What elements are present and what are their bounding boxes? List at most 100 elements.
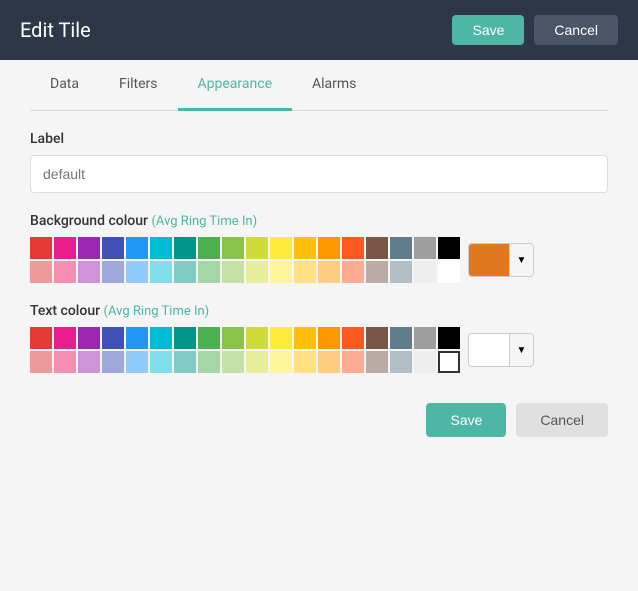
label-input[interactable] — [30, 155, 608, 193]
color-swatch[interactable] — [270, 351, 292, 373]
color-swatch[interactable] — [270, 237, 292, 259]
color-swatch[interactable] — [390, 237, 412, 259]
color-swatch[interactable] — [342, 261, 364, 283]
color-swatch[interactable] — [318, 327, 340, 349]
bg-avg-label: (Avg Ring Time In) — [151, 214, 257, 229]
color-swatch[interactable] — [222, 327, 244, 349]
tab-appearance[interactable]: Appearance — [178, 60, 292, 111]
color-swatch[interactable] — [342, 237, 364, 259]
color-swatch[interactable] — [414, 237, 436, 259]
swatch-row — [30, 327, 460, 349]
color-swatch[interactable] — [150, 237, 172, 259]
footer-cancel-button[interactable]: Cancel — [516, 403, 608, 437]
color-swatch[interactable] — [174, 261, 196, 283]
color-swatch[interactable] — [78, 261, 100, 283]
color-swatch[interactable] — [174, 327, 196, 349]
color-swatch[interactable] — [174, 237, 196, 259]
tab-alarms[interactable]: Alarms — [292, 60, 376, 111]
color-swatch[interactable] — [102, 237, 124, 259]
color-swatch[interactable] — [102, 261, 124, 283]
text-color-dropdown-btn[interactable]: ▼ — [509, 333, 533, 367]
color-swatch[interactable] — [270, 327, 292, 349]
color-swatch[interactable] — [246, 237, 268, 259]
bg-color-dropdown-btn[interactable]: ▼ — [509, 243, 533, 277]
tab-filters[interactable]: Filters — [99, 60, 178, 111]
color-swatch[interactable] — [414, 327, 436, 349]
header-buttons: Save Cancel — [452, 15, 618, 45]
color-swatch[interactable] — [222, 261, 244, 283]
color-swatch[interactable] — [246, 261, 268, 283]
color-swatch[interactable] — [54, 237, 76, 259]
bg-color-preview-wrapper[interactable]: ▼ — [468, 243, 534, 277]
color-swatch[interactable] — [54, 327, 76, 349]
color-swatch[interactable] — [390, 327, 412, 349]
bg-colour-picker-row: ▼ — [30, 237, 608, 283]
bg-colour-heading: Background colour (Avg Ring Time In) — [30, 213, 608, 229]
color-swatch[interactable] — [366, 261, 388, 283]
color-swatch[interactable] — [390, 351, 412, 373]
color-swatch[interactable] — [342, 327, 364, 349]
text-color-preview — [469, 333, 509, 367]
text-colour-picker-row: ▼ — [30, 327, 608, 373]
color-swatch[interactable] — [198, 237, 220, 259]
color-swatch[interactable] — [366, 351, 388, 373]
color-swatch[interactable] — [126, 237, 148, 259]
color-swatch[interactable] — [438, 351, 460, 373]
footer-save-button[interactable]: Save — [426, 403, 506, 437]
color-swatch[interactable] — [30, 351, 52, 373]
color-swatch[interactable] — [126, 261, 148, 283]
color-swatch[interactable] — [198, 351, 220, 373]
footer-buttons: Save Cancel — [30, 403, 608, 437]
color-swatch[interactable] — [294, 327, 316, 349]
bg-color-preview — [469, 243, 509, 277]
color-swatch[interactable] — [78, 351, 100, 373]
color-swatch[interactable] — [318, 261, 340, 283]
color-swatch[interactable] — [390, 261, 412, 283]
color-swatch[interactable] — [294, 351, 316, 373]
color-swatch[interactable] — [222, 237, 244, 259]
color-swatch[interactable] — [54, 351, 76, 373]
color-swatch[interactable] — [102, 327, 124, 349]
color-swatch[interactable] — [294, 237, 316, 259]
label-section: Label — [30, 131, 608, 213]
color-swatch[interactable] — [78, 327, 100, 349]
color-swatch[interactable] — [246, 351, 268, 373]
color-swatch[interactable] — [318, 351, 340, 373]
color-swatch[interactable] — [438, 261, 460, 283]
color-swatch[interactable] — [30, 327, 52, 349]
text-swatches — [30, 327, 460, 373]
color-swatch[interactable] — [30, 261, 52, 283]
color-swatch[interactable] — [54, 261, 76, 283]
color-swatch[interactable] — [414, 351, 436, 373]
color-swatch[interactable] — [270, 261, 292, 283]
text-colour-section: Text colour (Avg Ring Time In) ▼ — [30, 303, 608, 373]
color-swatch[interactable] — [150, 351, 172, 373]
color-swatch[interactable] — [126, 327, 148, 349]
color-swatch[interactable] — [414, 261, 436, 283]
text-color-preview-wrapper[interactable]: ▼ — [468, 333, 534, 367]
color-swatch[interactable] — [126, 351, 148, 373]
color-swatch[interactable] — [294, 261, 316, 283]
color-swatch[interactable] — [342, 351, 364, 373]
color-swatch[interactable] — [102, 351, 124, 373]
color-swatch[interactable] — [438, 237, 460, 259]
color-swatch[interactable] — [150, 261, 172, 283]
color-swatch[interactable] — [222, 351, 244, 373]
color-swatch[interactable] — [78, 237, 100, 259]
color-swatch[interactable] — [30, 237, 52, 259]
color-swatch[interactable] — [198, 261, 220, 283]
tab-data[interactable]: Data — [30, 60, 99, 111]
text-colour-heading: Text colour (Avg Ring Time In) — [30, 303, 608, 319]
color-swatch[interactable] — [246, 327, 268, 349]
color-swatch[interactable] — [438, 327, 460, 349]
color-swatch[interactable] — [366, 327, 388, 349]
color-swatch[interactable] — [366, 237, 388, 259]
color-swatch[interactable] — [174, 351, 196, 373]
label-heading: Label — [30, 131, 608, 147]
color-swatch[interactable] — [318, 237, 340, 259]
header-save-button[interactable]: Save — [452, 15, 524, 45]
color-swatch[interactable] — [150, 327, 172, 349]
header-cancel-button[interactable]: Cancel — [534, 15, 618, 45]
color-swatch[interactable] — [198, 327, 220, 349]
header: Edit Tile Save Cancel — [0, 0, 638, 60]
